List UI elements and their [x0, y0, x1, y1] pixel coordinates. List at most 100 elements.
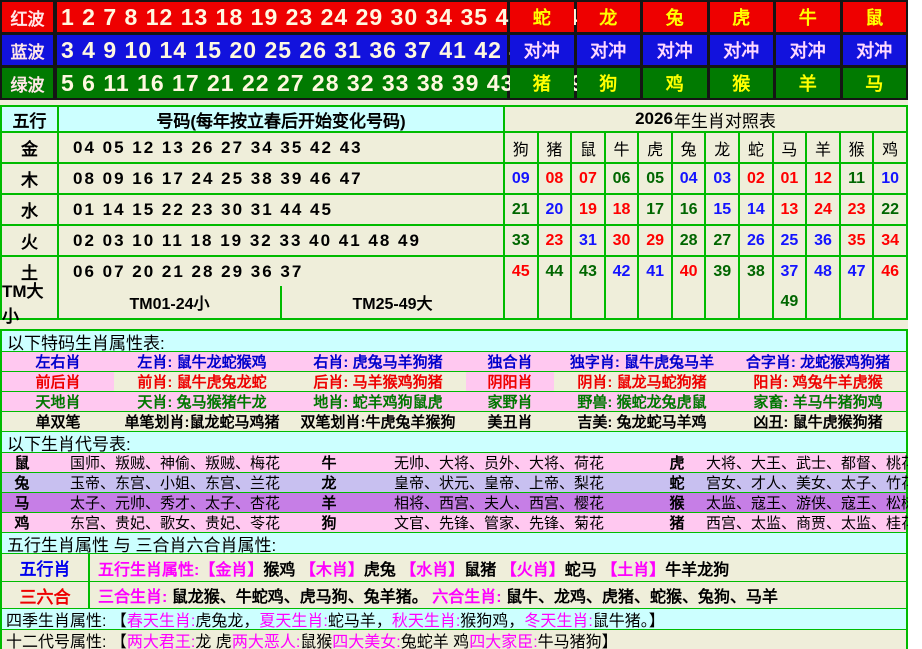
- zodiac-number-cell: 30: [604, 226, 638, 255]
- wuxing-xiao-content: 五行生肖属性:【金肖】猴鸡 【木肖】虎兔 【水肖】鼠猪 【火肖】蛇马 【土肖】牛…: [90, 556, 906, 580]
- wave-zodiac-cell: 对冲: [510, 35, 574, 65]
- zodiac-empty-cell: [671, 286, 705, 318]
- attr-content-part: 独字肖: 鼠牛虎兔马羊: [554, 351, 730, 372]
- keyword-text: 两大君王:: [127, 628, 195, 649]
- zodiac-number-cell: 41: [637, 257, 671, 286]
- element-row-火: 火02 03 10 11 18 19 32 33 40 41 48 493323…: [2, 224, 906, 255]
- attr-label: 天地肖: [2, 392, 114, 411]
- attr-content-part: 地肖: 蛇羊鸡狗鼠虎: [290, 391, 466, 412]
- zodiac-name-cell: 狗: [505, 133, 537, 162]
- plain-text: 鼠猴: [300, 628, 332, 649]
- element-row-土: 土06 07 20 21 28 29 36 374544434241403938…: [2, 255, 906, 286]
- tm-label: TM大小: [2, 286, 59, 318]
- zodiac-number-cell: 46: [872, 257, 906, 286]
- code-names: 大将、大王、武士、都督、桃花: [706, 453, 908, 472]
- attr-content-part: 双笔划肖:牛虎兔羊猴狗: [290, 411, 466, 432]
- code-names: 宫女、才人、美女、太子、竹花: [706, 473, 908, 492]
- wave-zodiac-cell: 鼠: [843, 2, 907, 32]
- wave-numbers: 1 2 7 8 12 13 18 19 23 24 29 30 34 35 40…: [57, 2, 507, 32]
- plain-text: 兔蛇羊 鸡: [401, 628, 469, 649]
- wave-numbers: 3 4 9 10 14 15 20 25 26 31 36 37 41 42 4…: [57, 35, 507, 65]
- zodiac-number-cell: 38: [738, 257, 772, 286]
- main-table-header: 五行 号码(每年按立春后开始变化号码) 2026 年生肖对照表: [2, 107, 906, 131]
- zodiac-number-cell: 18: [604, 195, 638, 224]
- zodiac-empty-cell: [738, 286, 772, 318]
- plain-text: 蛇马: [565, 562, 601, 579]
- tm-big-cell: TM25-49大: [280, 286, 503, 318]
- plain-text: 鼠猪: [464, 562, 500, 579]
- zodiac-number-cell: 48: [805, 257, 839, 286]
- element-numbers: 02 03 10 11 18 19 32 33 40 41 48 49: [59, 226, 503, 255]
- wave-zodiac-cell: 龙: [577, 2, 641, 32]
- zodiac-number-cell: 12: [805, 164, 839, 193]
- attr-row: 天地肖天肖: 兔马猴猪牛龙地肖: 蛇羊鸡狗鼠虎家野肖野兽: 猴蛇龙兔虎鼠家畜: …: [2, 392, 906, 412]
- zodiac-name-cell: 兔: [671, 133, 705, 162]
- zodiac-number-cell: 23: [537, 226, 571, 255]
- attr-content: 阴肖: 鼠龙马蛇狗猪阳肖: 鸡兔牛羊虎猴: [554, 372, 906, 391]
- zodiac-name-cell: 龙: [704, 133, 738, 162]
- code-zodiac-label: 兔: [2, 473, 42, 492]
- zodiac-number-cell: 31: [570, 226, 604, 255]
- year-value: 2026: [635, 109, 673, 129]
- code-row: 鼠国师、叛贼、神偷、叛贼、梅花牛无帅、大将、员外、大将、荷花虎大将、大王、武士、…: [2, 453, 906, 473]
- zodiac-name-cell: 鸡: [872, 133, 906, 162]
- code-zodiac-label: 猴: [648, 493, 706, 512]
- tm-row: TM大小 TM01-24小 TM25-49大 49: [2, 286, 906, 318]
- code-zodiac-label: 羊: [308, 493, 350, 512]
- zodiac-empty-cell: [570, 286, 604, 318]
- zodiac-number-cell: 35: [839, 226, 873, 255]
- attr-content: 单笔划肖:鼠龙蛇马鸡猪双笔划肖:牛虎兔羊猴狗: [114, 412, 466, 431]
- keyword-text: 【土肖】: [601, 562, 665, 579]
- zodiac-number-cell: 01: [772, 164, 806, 193]
- plain-text: 牛马猪狗】: [538, 628, 618, 649]
- keyword-text: 六合生肖:: [432, 589, 501, 606]
- element-label: 火: [2, 226, 59, 255]
- wave-zodiac-cell: 对冲: [577, 35, 641, 65]
- plain-text: 虎兔: [364, 562, 400, 579]
- attr-row: 前后肖前肖: 鼠牛虎兔龙蛇后肖: 马羊猴鸡狗猪阴阳肖阴肖: 鼠龙马蛇狗猪阳肖: …: [2, 372, 906, 392]
- wave-bars: 红波1 2 7 8 12 13 18 19 23 24 29 30 34 35 …: [0, 0, 908, 100]
- element-row-木: 木08 09 16 17 24 25 38 39 46 470908070605…: [2, 162, 906, 193]
- zodiac-empty-cell: [637, 286, 671, 318]
- keyword-text: 两大恶人:: [232, 628, 300, 649]
- zodiac-name-cell: 虎: [637, 133, 671, 162]
- zodiac-cells: 090807060504030201121110: [505, 164, 906, 193]
- attr-label: 美丑肖: [466, 412, 554, 431]
- attr-content-part: 右肖: 虎兔马羊狗猪: [290, 351, 466, 372]
- zodiac-number-cell: 22: [872, 195, 906, 224]
- element-numbers: 01 14 15 22 23 30 31 44 45: [59, 195, 503, 224]
- attr-label: 阴阳肖: [466, 372, 554, 391]
- wave-label: 蓝波: [2, 35, 53, 65]
- year-suffix: 年生肖对照表: [674, 107, 776, 132]
- zodiac-number-cell: 17: [637, 195, 671, 224]
- heading-attributes: 以下特码生肖属性表:: [2, 331, 906, 352]
- zodiac-cells: 狗猪鼠牛虎兔龙蛇马羊猴鸡: [505, 133, 906, 162]
- attribute-table: 左右肖左肖: 鼠牛龙蛇猴鸡右肖: 虎兔马羊狗猪独合肖独字肖: 鼠牛虎兔马羊合字肖…: [2, 352, 906, 432]
- keyword-text: 【木肖】: [300, 562, 364, 579]
- code-row: 马太子、元帅、秀才、太子、杏花羊相将、西宫、夫人、西宫、樱花猴太监、寇王、游侠、…: [2, 493, 906, 513]
- zodiac-empty-cell: [537, 286, 571, 318]
- zodiac-number-cell: 21: [505, 195, 537, 224]
- code-names: 太子、元帅、秀才、太子、杏花: [42, 493, 308, 512]
- zodiac-empty-cell: [805, 286, 839, 318]
- zodiac-name-cell: 猴: [839, 133, 873, 162]
- code-row: 兔玉帝、东宫、小姐、东宫、兰花龙皇帝、状元、皇帝、上帝、梨花蛇宫女、才人、美女、…: [2, 473, 906, 493]
- attr-row: 左右肖左肖: 鼠牛龙蛇猴鸡右肖: 虎兔马羊狗猪独合肖独字肖: 鼠牛虎兔马羊合字肖…: [2, 352, 906, 372]
- code-zodiac-label: 狗: [308, 513, 350, 532]
- zodiac-number-cell: 28: [671, 226, 705, 255]
- attr-content: 前肖: 鼠牛虎兔龙蛇后肖: 马羊猴鸡狗猪: [114, 372, 466, 391]
- attr-label: 家野肖: [466, 392, 554, 411]
- element-numbers: 08 09 16 17 24 25 38 39 46 47: [59, 164, 503, 193]
- element-left: 水01 14 15 22 23 30 31 44 45: [2, 195, 505, 224]
- attr-content: 独字肖: 鼠牛虎兔马羊合字肖: 龙蛇猴鸡狗猪: [554, 352, 906, 371]
- zodiac-number-cell: 47: [839, 257, 873, 286]
- zodiac-number-cell: 49: [772, 286, 806, 318]
- zodiac-number-cell: 14: [738, 195, 772, 224]
- zodiac-empty-cell: [872, 286, 906, 318]
- zodiac-number-cell: 45: [505, 257, 537, 286]
- attr-row: 单双笔单笔划肖:鼠龙蛇马鸡猪双笔划肖:牛虎兔羊猴狗美丑肖吉美: 兔龙蛇马羊鸡凶丑…: [2, 412, 906, 432]
- zodiac-name-cell: 马: [772, 133, 806, 162]
- attr-content-part: 吉美: 兔龙蛇马羊鸡: [554, 411, 730, 432]
- code-names: 国师、叛贼、神偷、叛贼、梅花: [42, 453, 308, 472]
- sanliuhe-content: 三合生肖: 鼠龙猴、牛蛇鸡、虎马狗、兔羊猪。 六合生肖: 鼠牛、龙鸡、虎猪、蛇猴…: [90, 583, 906, 607]
